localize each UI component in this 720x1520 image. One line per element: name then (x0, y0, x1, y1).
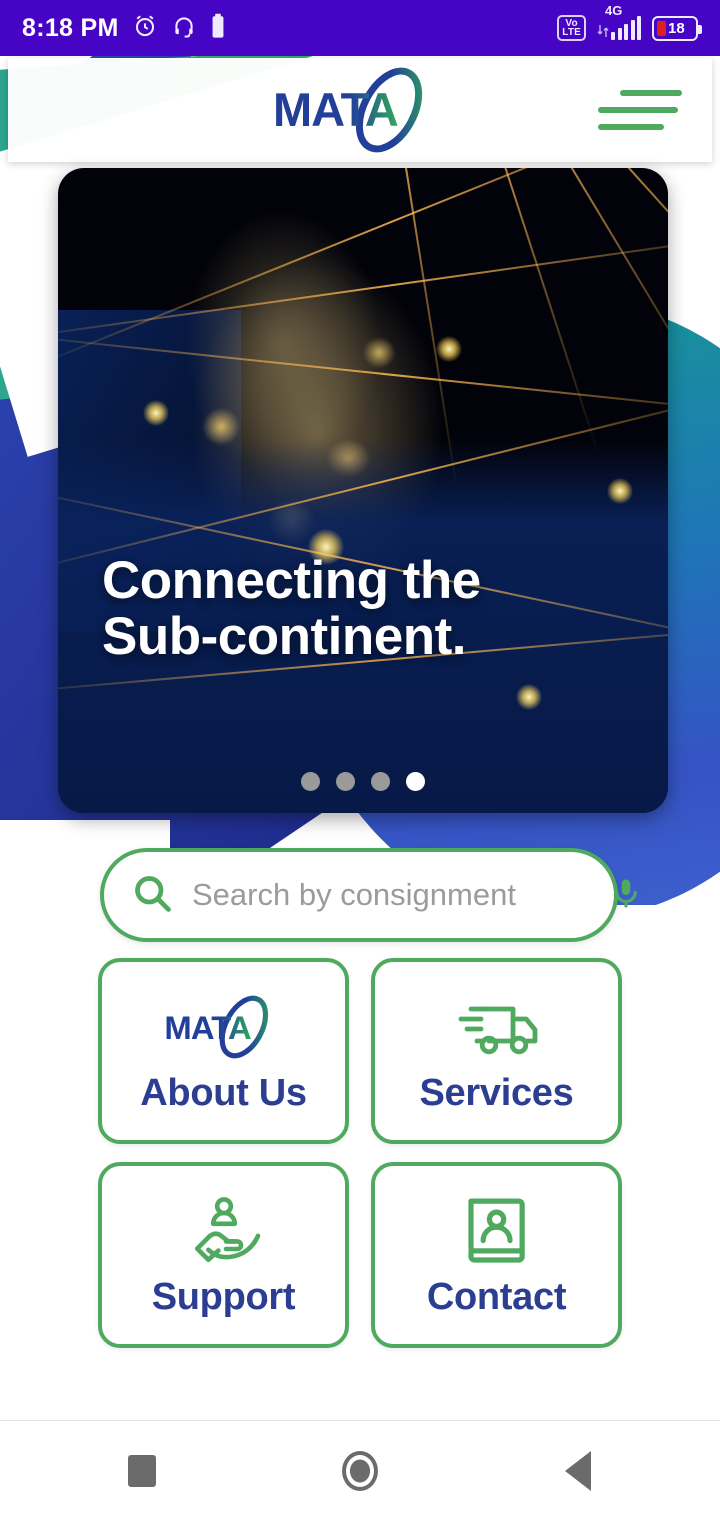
triangle-back-icon (565, 1450, 591, 1491)
carousel-dots[interactable] (301, 772, 425, 791)
status-bar: 8:18 PM Vo LTE 4G 18 (0, 0, 720, 56)
circle-icon (342, 1450, 378, 1491)
hero-city-hub (515, 684, 542, 710)
carousel-dot-2[interactable] (336, 772, 355, 791)
carousel-dot-4[interactable] (406, 772, 425, 791)
search-input[interactable] (192, 877, 591, 913)
hero-city-hub (607, 477, 633, 504)
battery-icon (210, 13, 226, 44)
tile-contact[interactable]: Contact (371, 1162, 622, 1348)
square-icon (128, 1454, 156, 1487)
app-screen: 8:18 PM Vo LTE 4G 18 MATA Connecting the… (0, 0, 720, 1520)
hand-holding-person-icon (182, 1192, 266, 1270)
burger-line-2 (598, 107, 678, 113)
headphones-icon (171, 13, 197, 44)
battery-fill (657, 20, 666, 36)
tile-label: Services (419, 1071, 574, 1114)
burger-line-3 (598, 124, 664, 130)
svg-text:MATA: MATA (273, 83, 398, 136)
microphone-icon[interactable] (609, 871, 643, 920)
signal-bars (611, 16, 641, 40)
hero-headline-line-2: Sub-continent. (102, 606, 466, 666)
burger-line-1 (620, 90, 682, 96)
tile-label: Support (151, 1275, 296, 1318)
mata-logo-icon[interactable]: MATA (265, 60, 455, 160)
nav-back-button[interactable] (543, 1436, 613, 1506)
delivery-truck-icon (449, 988, 545, 1066)
tile-label: About Us (140, 1071, 307, 1114)
nav-recents-button[interactable] (107, 1436, 177, 1506)
hamburger-menu-icon[interactable] (598, 86, 682, 134)
hero-headline-line-1: Connecting the (102, 550, 481, 610)
tile-label: Contact (426, 1275, 567, 1318)
hero-carousel[interactable]: Connecting the Sub-continent. (58, 168, 668, 813)
nav-home-button[interactable] (325, 1436, 395, 1506)
status-bar-clock: 8:18 PM (22, 13, 119, 42)
carousel-dot-3[interactable] (371, 772, 390, 791)
alarm-clock-icon (132, 13, 158, 44)
hero-headline: Connecting the Sub-continent. (102, 550, 481, 666)
status-bar-right-group: Vo LTE 4G 18 (557, 3, 702, 41)
battery-percent-label: 18 (668, 19, 685, 37)
search-bar[interactable] (100, 848, 637, 942)
signal-strength-icon: 4G (597, 3, 641, 40)
tile-support[interactable]: Support (98, 1162, 349, 1348)
app-header: MATA (8, 58, 712, 162)
mata-logo-icon: MATA (159, 988, 289, 1066)
android-navigation-bar (0, 1420, 720, 1520)
svg-text:MATA: MATA (164, 1009, 251, 1046)
network-type-label: 4G (605, 3, 623, 18)
hero-image (58, 168, 668, 813)
quick-links-grid: MATA About Us Services Support Contact (98, 958, 622, 1348)
volte-line-2: LTE (562, 27, 581, 38)
search-icon[interactable] (130, 871, 174, 920)
volte-icon: Vo LTE (557, 15, 586, 41)
tile-services[interactable]: Services (371, 958, 622, 1144)
contact-card-icon (460, 1192, 534, 1270)
tile-about-us[interactable]: MATA About Us (98, 958, 349, 1144)
hero-city-hub (436, 335, 463, 362)
carousel-dot-1[interactable] (301, 772, 320, 791)
battery-level-icon: 18 (652, 15, 702, 41)
status-bar-left-group: 8:18 PM (22, 13, 226, 44)
